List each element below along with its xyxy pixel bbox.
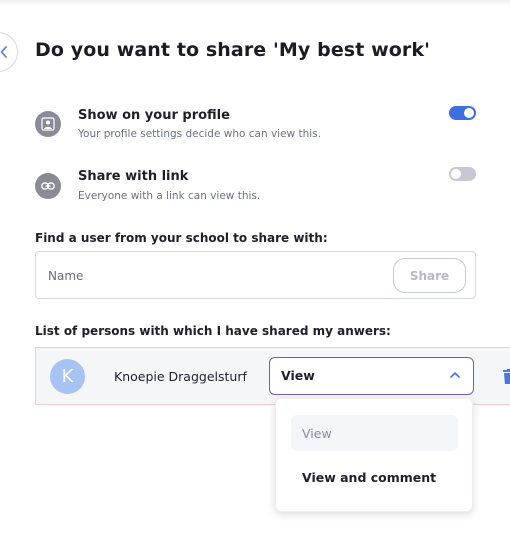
name-input[interactable]: [48, 265, 378, 287]
chevron-up-icon: [450, 372, 460, 378]
avatar: K: [50, 359, 85, 394]
share-with-link-toggle[interactable]: [449, 167, 476, 181]
delete-icon[interactable]: [503, 369, 510, 384]
top-divider: [0, 0, 510, 6]
option-link-label: Share with link: [78, 169, 189, 184]
profile-icon: [35, 111, 61, 137]
toggle-knob: [451, 169, 461, 179]
find-user-label: Find a user from your school to share wi…: [35, 231, 328, 245]
dialog-title: Do you want to share 'My best work': [35, 39, 431, 61]
permission-select-value: View: [281, 368, 315, 383]
dropdown-option-view[interactable]: View: [291, 415, 458, 451]
person-name: Knoepie Draggelsturf: [114, 369, 247, 384]
find-user-box: Share: [35, 251, 476, 299]
permission-dropdown: View View and comment: [275, 398, 473, 512]
show-on-profile-toggle[interactable]: [449, 106, 476, 120]
shared-list-label: List of persons with which I have shared…: [35, 324, 391, 338]
share-button[interactable]: Share: [393, 258, 466, 293]
back-button[interactable]: [0, 32, 18, 72]
option-profile-label: Show on your profile: [78, 108, 230, 123]
shared-person-row: K Knoepie Draggelsturf View: [35, 347, 510, 405]
toggle-knob: [464, 108, 474, 118]
option-profile-description: Your profile settings decide who can vie…: [78, 128, 321, 140]
dropdown-option-view-and-comment[interactable]: View and comment: [291, 459, 458, 495]
permission-select[interactable]: View: [269, 357, 474, 395]
chevron-left-icon: [0, 46, 7, 58]
option-link-description: Everyone with a link can view this.: [78, 190, 261, 202]
link-icon: [35, 173, 61, 199]
